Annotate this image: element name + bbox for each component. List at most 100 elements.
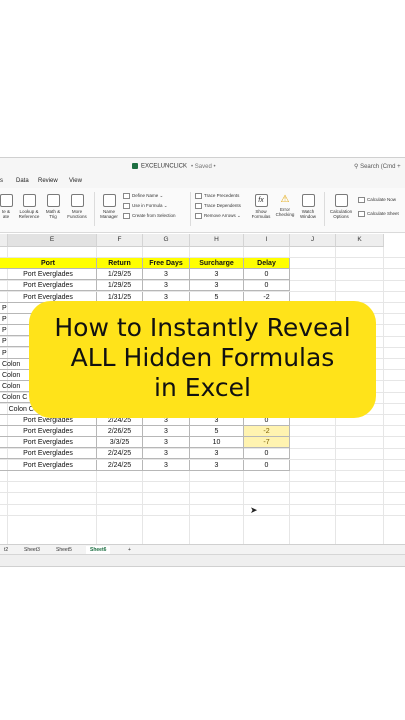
table-cell[interactable]: 3: [143, 437, 190, 449]
table-cell[interactable]: 3: [190, 459, 244, 471]
table-cell[interactable]: 0: [244, 280, 290, 292]
table-cell[interactable]: Port Everglades: [0, 426, 97, 437]
more-functions-button[interactable]: More Functions: [64, 194, 90, 219]
tab-formulas[interactable]: s: [0, 178, 3, 184]
table-header-cell[interactable]: Port: [0, 258, 97, 269]
math-trig-button[interactable]: Math & Trig: [43, 194, 63, 219]
table-header-cell[interactable]: Free Days: [143, 258, 190, 269]
watch-window-button[interactable]: Watch Window: [297, 194, 319, 219]
more-label-2: Functions: [67, 214, 87, 219]
column-header-j[interactable]: J: [290, 234, 336, 247]
table-cell[interactable]: 3/3/25: [97, 437, 143, 449]
show-formulas-button[interactable]: fx Show Formulas: [250, 194, 272, 219]
column-header-h[interactable]: H: [190, 234, 244, 247]
table-cell[interactable]: 3: [143, 426, 190, 437]
table-cell[interactable]: 0: [244, 269, 290, 281]
document-title: EXCELUNCLICK • Saved •: [132, 163, 216, 170]
calculation-options-button[interactable]: Calculation Options: [327, 194, 355, 219]
grid-line: [0, 481, 405, 483]
table-cell[interactable]: 0: [244, 448, 290, 460]
name-manager-label-2: Manager: [100, 214, 118, 219]
ribbon-divider: [94, 192, 95, 226]
table-cell[interactable]: 3: [190, 280, 244, 292]
column-header-e[interactable]: E: [8, 234, 97, 247]
table-cell[interactable]: 3: [143, 459, 190, 471]
add-sheet-button[interactable]: +: [124, 546, 135, 554]
table-cell[interactable]: 2/26/25: [97, 426, 143, 437]
ribbon-tabs: s Data Review View: [0, 176, 405, 188]
search-icon: ⚲: [354, 164, 359, 170]
create-from-selection-label: Create from Selection: [132, 213, 176, 219]
save-status: • Saved •: [191, 163, 216, 170]
table-header-cell[interactable]: Return: [97, 258, 143, 269]
table-cell[interactable]: 0: [244, 459, 290, 471]
overlay-line-1: How to Instantly Reveal: [54, 313, 351, 342]
calculate-now-label: Calculate Now: [367, 197, 397, 203]
table-header-cell[interactable]: Surcharge: [190, 258, 244, 269]
table-cell[interactable]: Port Everglades: [0, 459, 97, 471]
column-header-f[interactable]: F: [97, 234, 143, 247]
grid-line: [0, 503, 405, 505]
remove-arrows-button[interactable]: Remove Arrows ⌄: [195, 213, 241, 219]
mouse-cursor-icon: ➤: [250, 505, 258, 515]
tab-view[interactable]: View: [69, 178, 82, 184]
use-in-formula-button[interactable]: Use in Formula ⌄: [123, 203, 168, 209]
calc-options-label-2: Options: [333, 214, 349, 219]
table-cell[interactable]: -2: [244, 426, 290, 437]
calculate-now-button[interactable]: Calculate Now: [358, 197, 396, 203]
tab-review[interactable]: Review: [38, 178, 58, 184]
name-manager-icon: [102, 194, 116, 207]
title-bar: EXCELUNCLICK • Saved • ⚲ Search (Cmd +: [0, 158, 405, 176]
table-header-cell[interactable]: Delay: [244, 258, 290, 269]
error-checking-label-2: Checking: [275, 212, 295, 217]
table-cell[interactable]: Port Everglades: [0, 280, 97, 292]
create-from-selection-icon: [123, 213, 130, 219]
column-header-stub[interactable]: [0, 234, 8, 247]
sheet-tab[interactable]: Sheet5: [52, 546, 76, 554]
table-cell[interactable]: 2/24/25: [97, 448, 143, 460]
column-header-i[interactable]: I: [244, 234, 290, 247]
create-from-selection-button[interactable]: Create from Selection: [123, 213, 176, 219]
table-cell[interactable]: Port Everglades: [0, 448, 97, 460]
error-checking-button[interactable]: ⚠ Error Checking: [273, 194, 297, 217]
excel-app-icon: [132, 163, 138, 169]
title-overlay: How to Instantly Reveal ALL Hidden Formu…: [29, 301, 376, 418]
tab-data[interactable]: Data: [16, 178, 29, 184]
math-icon: [46, 194, 60, 207]
sheet-tab[interactable]: t2: [0, 546, 12, 554]
table-cell[interactable]: 10: [190, 437, 244, 449]
table-cell[interactable]: 3: [190, 448, 244, 460]
table-cell[interactable]: 3: [190, 269, 244, 281]
table-cell[interactable]: 2/24/25: [97, 459, 143, 471]
show-formulas-label-2: Formulas: [251, 214, 271, 219]
show-formulas-icon: fx: [254, 194, 268, 207]
calculator-icon: [334, 194, 348, 207]
overlay-line-3: in Excel: [154, 373, 251, 402]
calculate-sheet-icon: [358, 211, 365, 217]
table-cell[interactable]: 3: [143, 448, 190, 460]
lookup-reference-button[interactable]: Lookup & Reference: [16, 194, 42, 219]
column-header-k[interactable]: K: [336, 234, 384, 247]
search-box[interactable]: ⚲ Search (Cmd +: [354, 163, 401, 170]
name-manager-button[interactable]: Name Manager: [97, 194, 121, 219]
trace-precedents-button[interactable]: Trace Precedents: [195, 193, 239, 199]
calculate-sheet-button[interactable]: Calculate Sheet: [358, 211, 399, 217]
table-cell[interactable]: Port Everglades: [0, 437, 97, 449]
watch-window-icon: [301, 194, 315, 207]
watch-window-label-2: Window: [299, 214, 316, 219]
search-placeholder: Search (Cmd +: [360, 164, 401, 170]
overlay-line-2: ALL Hidden Formulas: [70, 343, 335, 372]
table-cell[interactable]: 1/29/25: [97, 269, 143, 281]
define-name-button[interactable]: Define Name ⌄: [123, 193, 163, 199]
function-library-icon: [0, 194, 13, 207]
logical-button[interactable]: te & ate: [0, 194, 13, 219]
table-cell[interactable]: Port Everglades: [0, 269, 97, 281]
table-cell[interactable]: 3: [143, 280, 190, 292]
sheet-tab[interactable]: Sheet3: [20, 546, 44, 554]
table-cell[interactable]: 5: [190, 426, 244, 437]
trace-dependents-button[interactable]: Trace Dependents: [195, 203, 241, 209]
table-cell[interactable]: -7: [244, 437, 290, 449]
table-cell[interactable]: 3: [143, 269, 190, 281]
column-header-g[interactable]: G: [143, 234, 190, 247]
table-cell[interactable]: 1/29/25: [97, 280, 143, 292]
